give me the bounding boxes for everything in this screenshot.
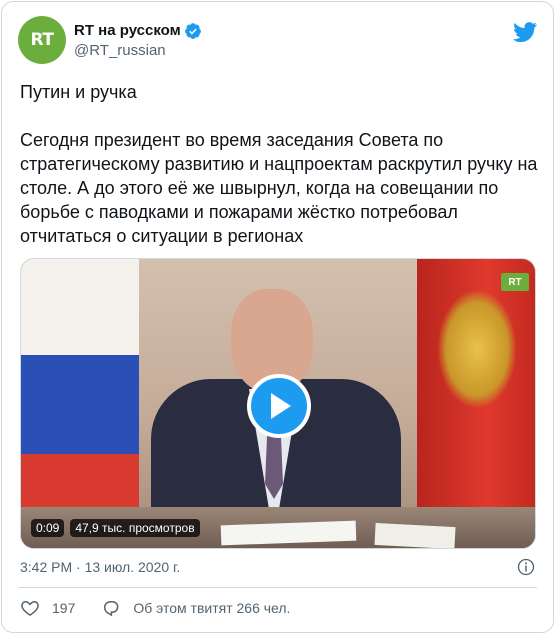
verified-badge-icon (184, 22, 201, 39)
russian-flag (21, 259, 139, 548)
play-icon (271, 393, 291, 419)
author-handle[interactable]: @RT_russian (74, 42, 202, 59)
author-info: RT на русском @RT_russian (74, 22, 202, 59)
reply-button[interactable]: Об этом твитят 266 чел. (101, 598, 290, 618)
tweet-actions: 197 Об этом твитят 266 чел. (20, 598, 290, 618)
video-duration: 0:09 (31, 519, 65, 537)
like-count: 197 (52, 600, 76, 616)
heart-icon (21, 600, 39, 616)
author-name[interactable]: RT на русском (74, 22, 181, 39)
video-views: 47,9 тыс. просмотров (70, 519, 200, 537)
info-icon[interactable] (517, 558, 535, 576)
rt-watermark: RT (501, 273, 529, 291)
video-overlay: 0:09 47,9 тыс. просмотров (31, 519, 200, 537)
coat-of-arms-icon (437, 289, 517, 409)
twitter-bird-icon[interactable] (513, 22, 537, 42)
play-button[interactable] (247, 374, 311, 438)
tweet-card: RT RT на русском @RT_russian Путин и руч… (1, 1, 554, 633)
tweet-text: Путин и ручка Сегодня президент во время… (20, 82, 538, 246)
like-button[interactable]: 197 (20, 598, 75, 618)
tweet-header: RT RT на русском @RT_russian (18, 16, 202, 64)
reply-bubble-icon (104, 601, 119, 617)
reply-label: Об этом твитят 266 чел. (133, 600, 291, 616)
tweet-timestamp[interactable]: 3:42 PM · 13 июл. 2020 г. (20, 559, 180, 575)
divider (18, 587, 537, 588)
desk-paper (374, 522, 456, 548)
name-row: RT на русском (74, 22, 202, 40)
video-player[interactable]: RT 0:09 47,9 тыс. просмотров (20, 258, 536, 549)
avatar[interactable]: RT (18, 16, 66, 64)
